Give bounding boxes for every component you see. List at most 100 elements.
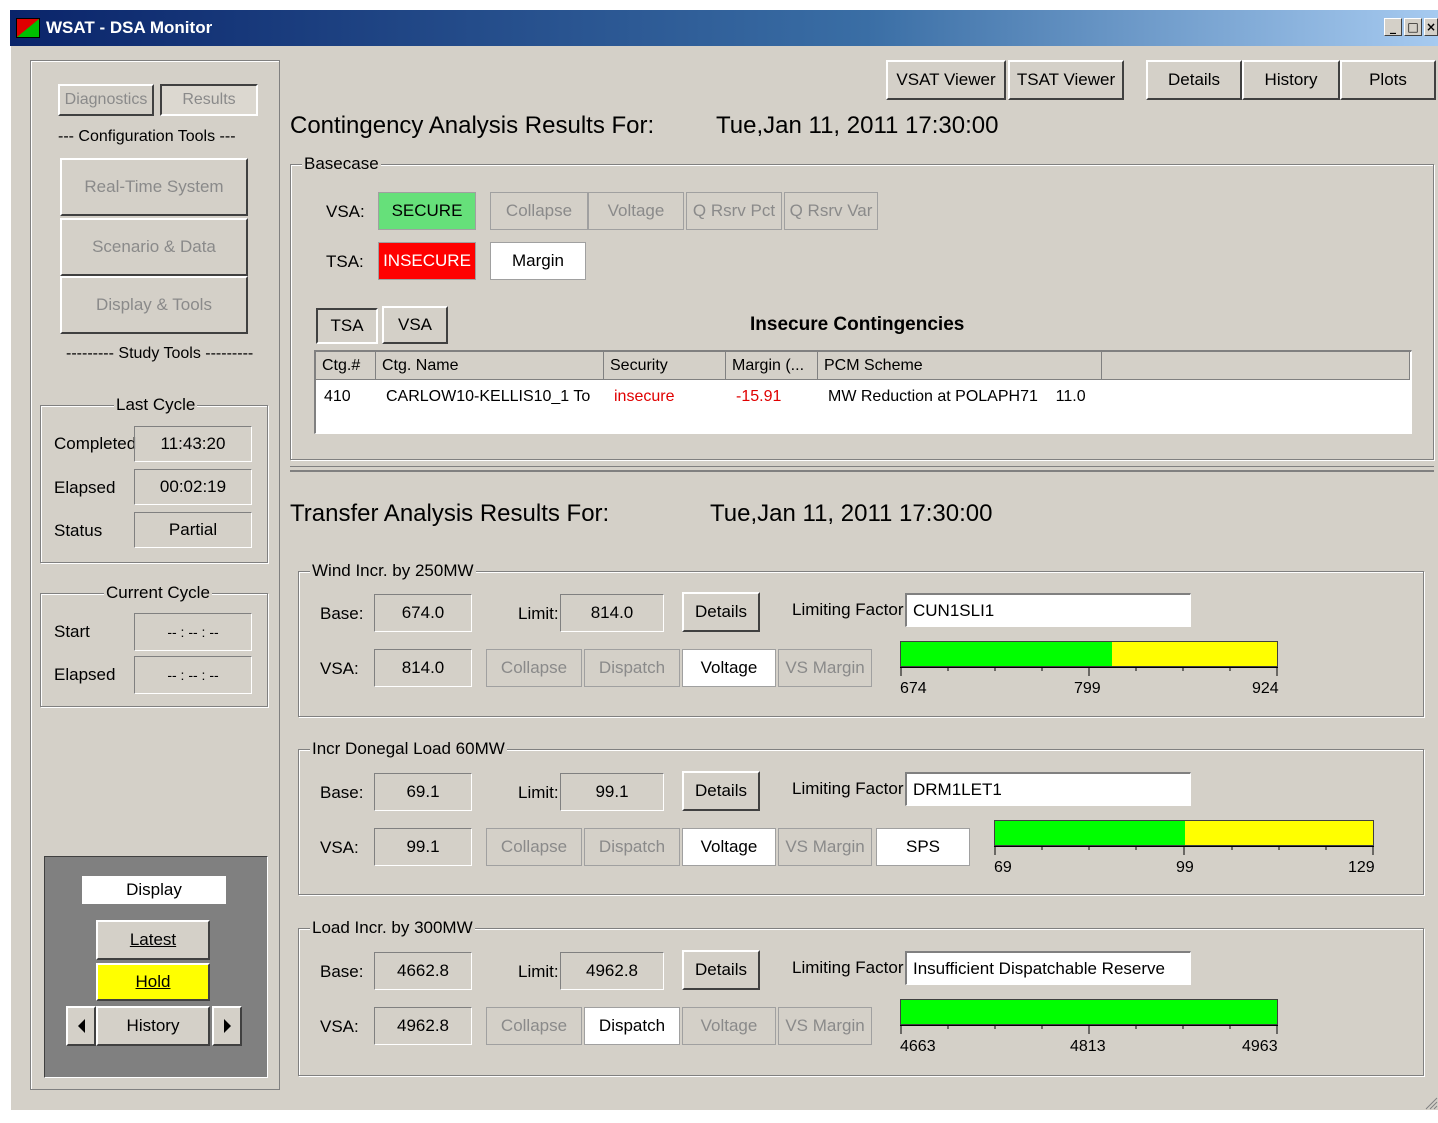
row-margin[interactable]: -15.91 [736, 388, 781, 406]
basecase-voltage-button[interactable]: Voltage [588, 192, 684, 230]
vs-margin-button[interactable]: VS Margin [778, 1007, 872, 1045]
details-button[interactable]: Details [1146, 60, 1242, 100]
vsa-value: 99.1 [374, 828, 472, 866]
base-label: Base: [320, 783, 364, 802]
row-security[interactable]: insecure [614, 388, 674, 406]
study-tools-header: --------- Study Tools --------- [66, 345, 254, 362]
collapse-button[interactable]: Collapse [486, 649, 582, 687]
display-title: Display [82, 876, 226, 904]
group-details-button[interactable]: Details [682, 592, 760, 632]
base-label: Base: [320, 604, 364, 623]
history-next-button[interactable] [212, 1006, 242, 1046]
sps-button[interactable]: SPS [876, 828, 970, 866]
basecase-collapse-button[interactable]: Collapse [490, 192, 588, 230]
splitter[interactable] [290, 466, 1434, 472]
transfer-datetime: Tue,Jan 11, 2011 17:30:00 [710, 500, 993, 527]
dispatch-button[interactable]: Dispatch [584, 1007, 680, 1045]
limiting-factor-label: Limiting Factor: [792, 600, 909, 619]
history-toolbar-button[interactable]: History [1242, 60, 1340, 100]
limiting-factor-field[interactable]: CUN1SLI1 [905, 593, 1191, 627]
group-details-button[interactable]: Details [682, 950, 760, 990]
tsa-margin-button[interactable]: Margin [490, 242, 586, 280]
q-rsrv-pct-button[interactable]: Q Rsrv Pct [686, 192, 782, 230]
app-icon [16, 18, 40, 38]
insecure-contingencies-title: Insecure Contingencies [750, 314, 965, 335]
vsa-value: 4962.8 [374, 1007, 472, 1045]
voltage-button[interactable]: Voltage [682, 649, 776, 687]
bar-ticks [900, 667, 1278, 676]
bar-green-fill [995, 821, 1185, 845]
config-tools-header: --- Configuration Tools --- [58, 128, 236, 145]
bar-ticks [900, 1025, 1278, 1034]
elapsed-label: Elapsed [54, 478, 116, 497]
dispatch-button[interactable]: Dispatch [584, 828, 680, 866]
contingency-title: Contingency Analysis Results For: [290, 112, 655, 139]
vs-margin-button[interactable]: VS Margin [778, 649, 872, 687]
limiting-factor-label: Limiting Factor: [792, 779, 909, 798]
col-security[interactable]: Security [604, 352, 726, 380]
group-details-button[interactable]: Details [682, 771, 760, 811]
col-ctg-number[interactable]: Ctg.# [316, 352, 376, 380]
transfer-title: Transfer Analysis Results For: [290, 500, 610, 527]
title-bar[interactable]: WSAT - DSA Monitor _ □ × [10, 10, 1438, 46]
tab-tsa[interactable]: TSA [316, 308, 378, 344]
vs-margin-button[interactable]: VS Margin [778, 828, 872, 866]
tab-results[interactable]: Results [160, 84, 258, 116]
transfer-group-name: Load Incr. by 300MW [310, 918, 475, 938]
col-pcm-scheme[interactable]: PCM Scheme [818, 352, 1102, 380]
resize-grip-icon[interactable] [1424, 1096, 1438, 1110]
contingency-datetime: Tue,Jan 11, 2011 17:30:00 [716, 112, 999, 139]
bar-tick-max: 924 [1252, 680, 1279, 697]
col-margin[interactable]: Margin (... [726, 352, 818, 380]
bar-tick-max: 4963 [1242, 1038, 1278, 1055]
collapse-button[interactable]: Collapse [486, 1007, 582, 1045]
row-ctg-number[interactable]: 410 [324, 388, 351, 406]
base-value: 69.1 [374, 773, 472, 811]
collapse-button[interactable]: Collapse [486, 828, 582, 866]
latest-button[interactable]: Latest [96, 920, 210, 960]
transfer-group-name: Incr Donegal Load 60MW [310, 739, 507, 759]
vsat-viewer-button[interactable]: VSAT Viewer [886, 60, 1006, 100]
arrow-right-icon [223, 1019, 231, 1033]
dispatch-button[interactable]: Dispatch [584, 649, 680, 687]
scenario-data-button[interactable]: Scenario & Data [60, 218, 248, 276]
hold-button[interactable]: Hold [96, 963, 210, 1001]
close-icon[interactable]: × [1424, 18, 1438, 36]
tsa-status-badge: INSECURE [378, 242, 476, 280]
bar-green-fill [901, 1000, 1277, 1024]
tab-diagnostics[interactable]: Diagnostics [58, 84, 154, 116]
row-ctg-name[interactable]: CARLOW10-KELLIS10_1 To [386, 388, 590, 406]
maximize-icon[interactable]: □ [1404, 18, 1422, 36]
limit-value: 814.0 [560, 594, 664, 632]
tsat-viewer-button[interactable]: TSAT Viewer [1008, 60, 1124, 100]
limiting-factor-field[interactable]: DRM1LET1 [905, 772, 1191, 806]
status-label: Status [54, 521, 103, 540]
history-button[interactable]: History [96, 1006, 210, 1046]
limiting-factor-label: Limiting Factor: [792, 958, 909, 977]
col-empty [1102, 352, 1410, 380]
limit-value: 99.1 [560, 773, 664, 811]
transfer-group-name: Wind Incr. by 250MW [310, 561, 476, 581]
vsa-label: VSA: [320, 838, 359, 857]
bar-tick-mid: 4813 [1070, 1038, 1106, 1055]
limiting-factor-field[interactable]: Insufficient Dispatchable Reserve [905, 951, 1191, 985]
tab-vsa[interactable]: VSA [382, 306, 448, 344]
real-time-system-button[interactable]: Real-Time System [60, 158, 248, 216]
base-value: 4662.8 [374, 952, 472, 990]
limit-label: Limit: [518, 783, 559, 802]
voltage-button[interactable]: Voltage [682, 828, 776, 866]
current-elapsed-label: Elapsed [54, 665, 116, 684]
row-pcm-scheme[interactable]: MW Reduction at POLAPH71 11.0 [828, 388, 1086, 406]
vsa-label: VSA: [320, 659, 359, 678]
voltage-button[interactable]: Voltage [682, 1007, 776, 1045]
history-prev-button[interactable] [66, 1006, 96, 1046]
minimize-icon[interactable]: _ [1384, 18, 1402, 36]
limit-label: Limit: [518, 604, 559, 623]
plots-button[interactable]: Plots [1340, 60, 1436, 100]
col-ctg-name[interactable]: Ctg. Name [376, 352, 604, 380]
basecase-label: Basecase [302, 154, 381, 174]
window-title: WSAT - DSA Monitor [46, 18, 213, 37]
display-tools-button[interactable]: Display & Tools [60, 276, 248, 334]
limit-value: 4962.8 [560, 952, 664, 990]
q-rsrv-var-button[interactable]: Q Rsrv Var [784, 192, 878, 230]
